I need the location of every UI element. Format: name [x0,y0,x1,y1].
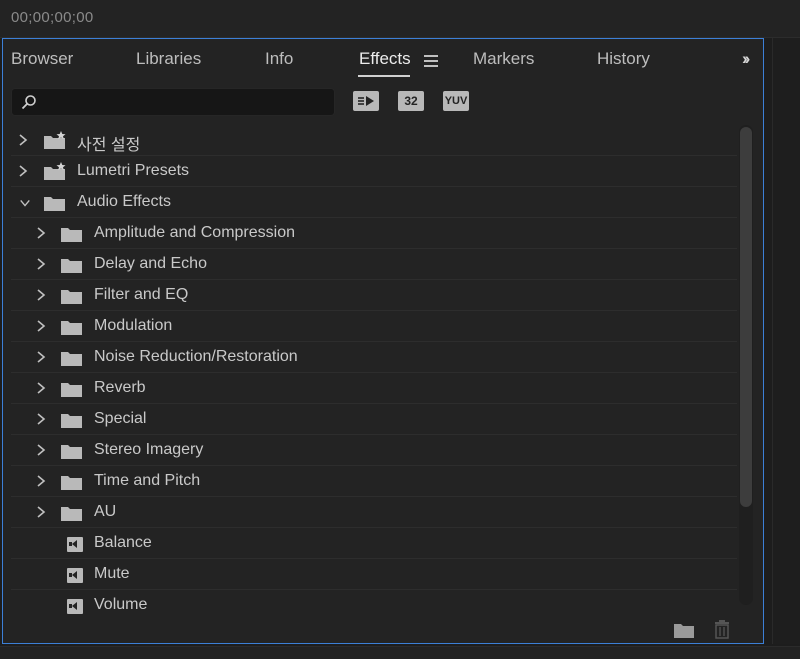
tab-libraries[interactable]: Libraries [136,49,201,69]
chevron-right-icon[interactable] [35,412,47,426]
chevron-right-icon[interactable] [35,319,47,333]
tree-row-special[interactable]: Special [11,404,737,435]
tree-label: Stereo Imagery [94,441,204,458]
tree-label: Volume [94,596,148,613]
tree-label: Balance [94,534,152,551]
folder-icon [61,507,82,521]
tree-label: Modulation [94,317,173,334]
timecode-display: 00;00;00;00 [11,9,94,26]
tree-label: Noise Reduction/Restoration [94,348,298,365]
preset-folder-icon [44,131,66,149]
tree-label: Mute [94,565,130,582]
folder-icon [61,290,82,304]
tree-row-filter-eq[interactable]: Filter and EQ [11,280,737,311]
chevron-right-icon[interactable] [35,350,47,364]
chevron-right-icon[interactable] [35,443,47,457]
chevron-right-icon[interactable] [35,474,47,488]
folder-icon [61,414,82,428]
audio-effect-icon [67,568,83,583]
panel-menu-icon[interactable] [424,55,438,67]
accelerated-effects-icon[interactable] [353,91,379,111]
tree-label: Reverb [94,379,146,396]
active-tab-indicator [358,75,410,77]
folder-icon [61,476,82,490]
search-box [11,88,335,116]
tab-markers[interactable]: Markers [473,49,534,69]
panel-tabs: Browser Libraries Info Effects Markers H… [3,39,763,83]
folder-icon [61,259,82,273]
new-folder-icon[interactable] [673,621,695,639]
tree-label: Time and Pitch [94,472,201,489]
folder-icon [61,445,82,459]
chevron-right-icon[interactable] [17,164,29,178]
tree-row-stereo-imagery[interactable]: Stereo Imagery [11,435,737,466]
tree-row-audio-effects[interactable]: Audio Effects [11,187,737,218]
tree-row-amplitude[interactable]: Amplitude and Compression [11,218,737,249]
chevron-right-icon[interactable] [35,226,47,240]
chevron-right-icon[interactable] [17,133,29,147]
bottom-status-strip [0,646,800,659]
chevron-down-icon[interactable] [19,196,31,210]
yuv-effects-button[interactable]: YUV [443,91,469,111]
tree-label: 사전 설정 [77,137,141,154]
tree-row-modulation[interactable]: Modulation [11,311,737,342]
tree-label: Audio Effects [77,193,171,210]
tree-label: Filter and EQ [94,286,189,303]
top-bar: 00;00;00;00 [0,0,800,38]
tree-row-time-pitch[interactable]: Time and Pitch [11,466,737,497]
chevron-right-icon[interactable] [35,257,47,271]
folder-icon [61,352,82,366]
effects-panel: Browser Libraries Info Effects Markers H… [2,38,764,644]
preset-folder-icon [44,162,66,180]
search-input[interactable] [42,92,332,114]
tree-row-volume[interactable]: Volume [11,590,737,615]
chevron-double-right-icon[interactable]: ›› [742,49,751,69]
adjacent-panel-strip [772,38,800,644]
tree-row-lumetri-presets[interactable]: Lumetri Presets [11,156,737,187]
tree-label: Special [94,410,147,427]
search-icon [21,95,36,110]
tree-row-delay-echo[interactable]: Delay and Echo [11,249,737,280]
folder-icon [61,383,82,397]
tree-row-noise-reduction[interactable]: Noise Reduction/Restoration [11,342,737,373]
chevron-right-icon[interactable] [35,288,47,302]
folder-icon [44,197,65,211]
audio-effect-icon [67,537,83,552]
tab-history[interactable]: History [597,49,650,69]
effects-tree: 사전 설정 Lumetri Presets Audio Effects Ampl… [11,125,737,615]
tree-row-mute[interactable]: Mute [11,559,737,590]
tree-row-au[interactable]: AU [11,497,737,528]
trash-icon[interactable] [713,619,731,639]
tree-label: Delay and Echo [94,255,207,272]
32bit-color-button[interactable]: 32 [398,91,424,111]
scrollbar-thumb[interactable] [740,127,752,507]
chevron-right-icon[interactable] [35,381,47,395]
chevron-right-icon[interactable] [35,505,47,519]
tree-label: Amplitude and Compression [94,224,295,241]
tree-row-presets[interactable]: 사전 설정 [11,125,737,156]
folder-icon [61,321,82,335]
folder-icon [61,228,82,242]
tab-effects[interactable]: Effects [359,49,411,69]
tree-label: AU [94,503,117,520]
tree-label: Lumetri Presets [77,162,190,179]
audio-effect-icon [67,599,83,614]
tree-row-balance[interactable]: Balance [11,528,737,559]
vertical-scrollbar[interactable] [739,125,753,605]
tree-row-reverb[interactable]: Reverb [11,373,737,404]
tab-info[interactable]: Info [265,49,293,69]
tab-browser[interactable]: Browser [11,49,73,69]
